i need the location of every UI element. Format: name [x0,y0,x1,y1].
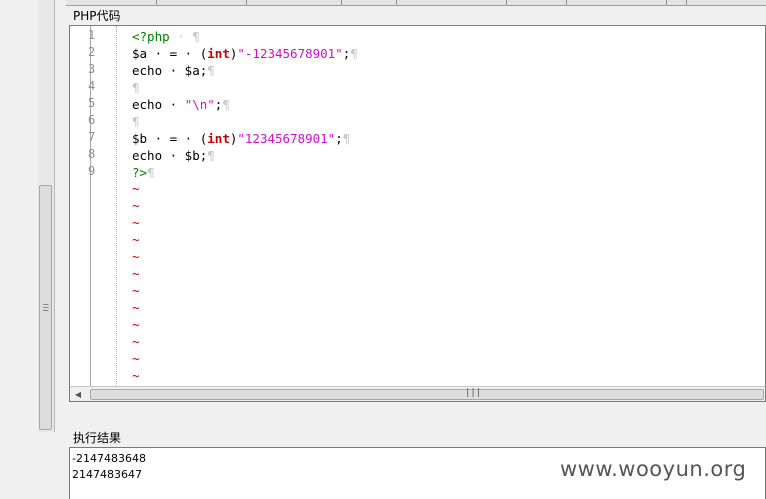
code-line: echo · "\n";¶ [132,96,230,113]
grip-icon: — — — [43,300,49,316]
code-line: echo · $a;¶ [132,62,215,79]
code-token: · [169,29,193,44]
empty-line-marker: ~ [132,368,140,383]
pilcrow-icon: ¶ [342,131,351,146]
empty-line-marker: ~ [132,334,140,349]
empty-line-marker: ~ [132,181,140,196]
code-token: int [207,46,230,61]
code-token: echo · $b; [132,148,208,163]
line-number: 2 [88,45,96,59]
code-token: echo · [132,97,185,112]
empty-line-marker: ~ [132,215,140,230]
code-line: ¶ [132,113,140,130]
code-panel-title: PHP代码 [72,7,122,24]
code-line: ¶ [132,79,140,96]
pilcrow-icon: ¶ [132,114,140,129]
line-number: 7 [88,130,96,144]
line-number: 3 [88,62,96,76]
editor-fold-margin [116,26,117,386]
code-token: "\n" [184,97,215,112]
arrow-left-icon[interactable]: ◀ [73,389,83,400]
pilcrow-icon: ¶ [132,80,140,95]
code-editor[interactable]: 1 <?php · ¶ 2 $a · = · (int)"-12345678901";… [69,25,766,402]
watermark: www.wooyun.org [560,457,747,481]
pilcrow-icon: ¶ [192,29,200,44]
code-line: ?>¶ [132,164,155,181]
header-separator [341,0,342,5]
pilcrow-icon: ¶ [350,46,358,61]
header-separator [686,0,687,5]
header-separator [566,0,567,5]
line-number: 4 [88,79,96,93]
result-line: 2147483647 [72,468,142,481]
header-separator [246,0,247,5]
pilcrow-icon: ¶ [222,97,230,112]
result-panel-title: 执行结果 [72,429,123,446]
empty-line-marker: ~ [132,198,140,213]
code-line: $b · = · (int)"12345678901";¶ [132,130,350,147]
code-line: $a · = · (int)"-12345678901";¶ [132,45,358,62]
horizontal-scrollbar-thumb[interactable]: ||| [90,388,764,400]
code-token: echo · $a; [132,63,208,78]
pilcrow-icon: ¶ [147,165,155,180]
empty-line-marker: ~ [132,249,140,264]
code-token: $b · = · ( [132,131,208,146]
code-line: echo · $b;¶ [132,147,215,164]
line-number: 1 [88,28,96,42]
code-line: <?php · ¶ [132,28,200,45]
empty-line-marker: ~ [132,351,140,366]
code-token: int [207,131,230,146]
header-separator [156,0,157,5]
empty-line-marker: ~ [132,232,140,247]
grip-icon: ||| [465,388,482,398]
left-scrollbar-thumb[interactable]: — — — [39,185,52,430]
line-number: 5 [88,96,96,110]
empty-line-marker: ~ [132,300,140,315]
empty-line-marker: ~ [132,266,140,281]
empty-line-marker: ~ [132,283,140,298]
code-token: $a · = · ( [132,46,208,61]
code-token: ; [335,131,343,146]
line-number: 9 [88,164,96,178]
result-line: -2147483648 [72,452,146,465]
code-token: "-12345678901" [237,46,343,61]
line-number: 6 [88,113,96,127]
pilcrow-icon: ¶ [207,148,215,163]
header-separator [666,0,667,5]
code-token: "12345678901" [237,131,336,146]
pilcrow-icon: ¶ [207,63,215,78]
header-separator [506,0,507,5]
code-token: ?> [132,165,148,180]
horizontal-scrollbar[interactable]: ◀ ||| [70,386,765,401]
empty-line-marker: ~ [132,317,140,332]
code-token: <?php [132,29,170,44]
table-header-strip [66,0,766,6]
left-vertical-scrollbar[interactable]: — — — [38,0,55,432]
header-separator [396,0,397,5]
line-number: 8 [88,147,96,161]
